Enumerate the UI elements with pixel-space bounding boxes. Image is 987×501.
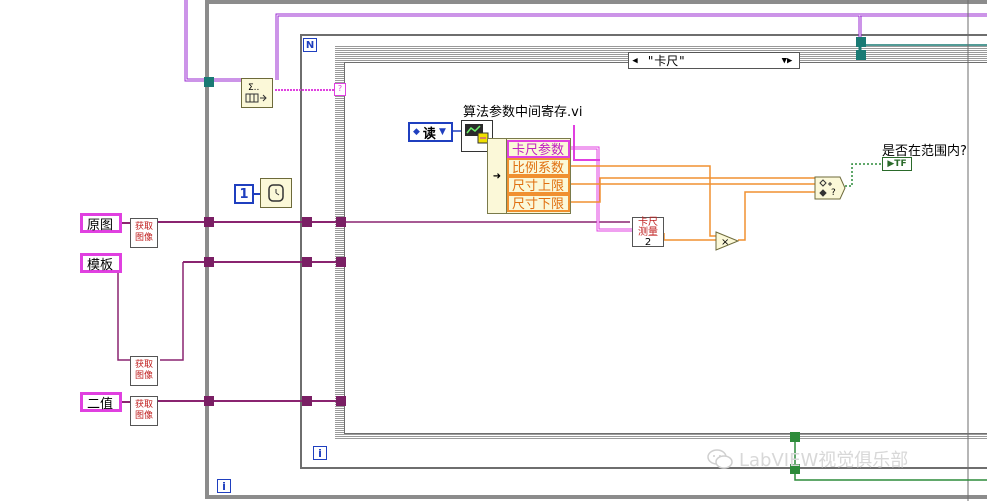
chevron-down-icon[interactable]: ▼	[439, 127, 446, 137]
selector-value: "卡尺"	[647, 54, 686, 68]
wechat-icon	[707, 449, 733, 469]
case-input-terminal[interactable]: ?	[334, 83, 346, 96]
tunnel-node	[204, 396, 214, 406]
index-subvi-icon[interactable]: Σ..	[241, 78, 273, 108]
watermark-text: LabVIEW视觉俱乐部	[739, 450, 909, 471]
tunnel-node	[204, 257, 214, 267]
binary-image-control[interactable]: 二值	[80, 392, 122, 412]
tunnel-node	[204, 77, 214, 87]
read-enum-constant[interactable]: ◆ 读 ▼	[408, 122, 453, 142]
svg-text:Σ..: Σ..	[248, 83, 259, 93]
tunnel-node	[856, 37, 866, 47]
get-image-subvi[interactable]: 获取 图像	[130, 218, 158, 248]
unbundle-by-name[interactable]: ➜ 卡尺参数 比例系数 尺寸上限 尺寸下限	[487, 138, 571, 214]
svg-text:×: ×	[721, 237, 729, 248]
loop-count-terminal[interactable]: N	[303, 38, 317, 52]
caliper-line3: 2	[644, 237, 652, 248]
tunnel-node	[302, 257, 312, 267]
selector-right-arrow-icon[interactable]: ▼▶	[775, 56, 799, 66]
case-selector[interactable]: ◀ "卡尺" ▼▶	[628, 52, 800, 69]
arrow-right-icon: ➜	[488, 139, 507, 213]
unbundle-item[interactable]: 尺寸上限	[507, 176, 570, 194]
unbundle-item[interactable]: 比例系数	[507, 158, 570, 176]
selector-left-arrow-icon[interactable]: ◀	[629, 56, 641, 66]
tunnel-node	[302, 217, 312, 227]
tunnel-node	[336, 217, 346, 227]
tunnel-node	[856, 50, 866, 60]
wait-ms-icon[interactable]	[260, 178, 292, 208]
get-image-subvi[interactable]: 获取 图像	[130, 396, 158, 426]
svg-text:?: ?	[831, 188, 836, 198]
original-image-control[interactable]: 原图	[80, 213, 122, 233]
get-image-subvi[interactable]: 获取 图像	[130, 356, 158, 386]
numeric-constant[interactable]: 1	[234, 184, 254, 204]
enum-increment-icon[interactable]: ◆	[413, 127, 420, 137]
tunnel-node	[204, 217, 214, 227]
caliper-measure-subvi[interactable]: 卡尺 测量 2	[632, 217, 664, 248]
in-range-icon[interactable]: ?	[814, 176, 846, 200]
tunnel-node	[336, 396, 346, 406]
template-image-control[interactable]: 模板	[80, 253, 122, 273]
tunnel-node	[302, 396, 312, 406]
in-range-indicator[interactable]: ▶TF	[882, 157, 912, 171]
watermark: LabVIEW视觉俱乐部	[707, 446, 908, 472]
multiply-icon[interactable]: ×	[715, 231, 739, 251]
unbundle-item[interactable]: 卡尺参数	[507, 140, 570, 158]
enum-value: 读	[422, 126, 436, 142]
tunnel-node	[790, 432, 800, 442]
unbundle-item[interactable]: 尺寸下限	[507, 194, 570, 212]
subvi-name-label: 算法参数中间寄存.vi	[463, 105, 583, 120]
case-structure-inner	[344, 62, 987, 434]
iteration-terminal[interactable]: i	[313, 446, 327, 460]
tunnel-node	[336, 257, 346, 267]
outer-iteration-terminal[interactable]: i	[217, 479, 231, 493]
